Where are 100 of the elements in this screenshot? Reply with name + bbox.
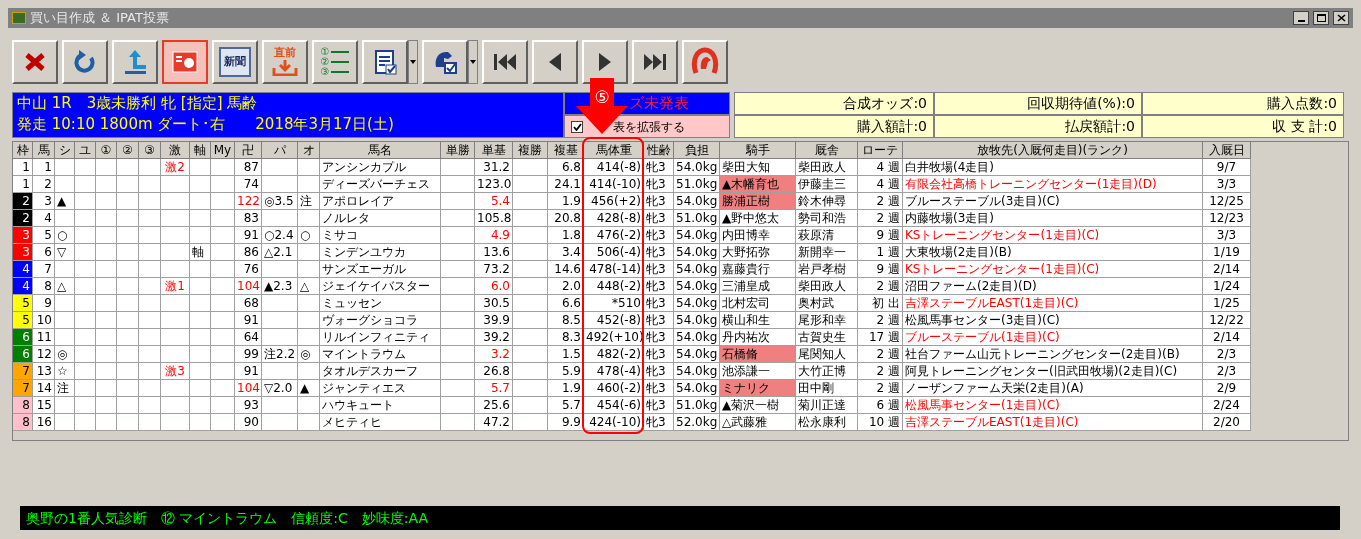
close-button[interactable] xyxy=(1333,11,1349,25)
column-header: My xyxy=(211,142,235,159)
table-cell: 51.0kg xyxy=(674,210,720,227)
table-cell: 軸 xyxy=(190,244,211,261)
table-cell: 5 xyxy=(33,227,55,244)
empty-cell xyxy=(190,193,211,210)
empty-cell xyxy=(139,312,161,329)
empty-cell xyxy=(513,193,548,210)
empty-cell xyxy=(96,414,117,431)
empty-cell xyxy=(117,346,139,363)
maximize-button[interactable] xyxy=(1313,11,1329,25)
empty-cell xyxy=(96,193,117,210)
empty-cell xyxy=(139,244,161,261)
table-cell: 87 xyxy=(235,159,262,176)
table-cell: 13 xyxy=(33,363,55,380)
expand-checkbox[interactable] xyxy=(571,120,583,133)
table-cell: 2 週 xyxy=(858,193,903,210)
empty-cell xyxy=(441,261,475,278)
table-cell: 沼田ファーム(2走目)(D) xyxy=(903,278,1203,295)
table-cell: 10 週 xyxy=(858,414,903,431)
empty-cell xyxy=(117,380,139,397)
empty-cell xyxy=(55,176,75,193)
minimize-button[interactable] xyxy=(1293,11,1309,25)
dropdown-button[interactable] xyxy=(408,40,418,84)
table-cell: 3 xyxy=(33,193,55,210)
table-cell: サンズエーガル xyxy=(320,261,441,278)
caret-icon xyxy=(410,60,416,64)
table-cell: 86 xyxy=(235,244,262,261)
empty-cell xyxy=(513,227,548,244)
empty-cell xyxy=(139,346,161,363)
table-cell: 鈴木伸尋 xyxy=(796,193,858,210)
table-cell: 石橋脩 xyxy=(720,346,796,363)
table-cell: 9/7 xyxy=(1203,159,1251,176)
empty-cell xyxy=(211,329,235,346)
empty-cell xyxy=(117,176,139,193)
table-cell: 54.0kg xyxy=(674,159,720,176)
empty-cell xyxy=(298,295,320,312)
table-cell: 104 xyxy=(235,278,262,295)
toolbar-button[interactable]: 直前 xyxy=(262,40,308,84)
table-cell: 3.4 xyxy=(548,244,584,261)
table-cell: 大東牧場(2走目)(B) xyxy=(903,244,1203,261)
empty-cell xyxy=(262,210,298,227)
table-cell: 3.2 xyxy=(475,346,513,363)
expand-label: 表を拡張する xyxy=(613,118,685,136)
frame-number: 7 xyxy=(13,380,33,397)
empty-cell xyxy=(262,397,298,414)
table-cell: ◎ xyxy=(298,346,320,363)
table-cell: 1 xyxy=(33,159,55,176)
table-cell: 大竹正博 xyxy=(796,363,858,380)
empty-cell xyxy=(190,380,211,397)
table-cell: 激2 xyxy=(161,159,190,176)
empty-cell xyxy=(161,176,190,193)
empty-cell xyxy=(75,397,96,414)
newspaper-icon: 新聞 xyxy=(219,47,251,77)
empty-cell xyxy=(298,397,320,414)
table-cell: 2/14 xyxy=(1203,261,1251,278)
empty-cell xyxy=(139,210,161,227)
table-cell: 牝3 xyxy=(644,193,674,210)
table-cell: ブルーステーブル(3走目)(C) xyxy=(903,193,1203,210)
table-cell: 牝3 xyxy=(644,227,674,244)
empty-cell xyxy=(298,244,320,261)
table-cell: 73.2 xyxy=(475,261,513,278)
empty-cell xyxy=(190,397,211,414)
empty-cell xyxy=(75,176,96,193)
table-cell: ○ xyxy=(55,227,75,244)
toolbar-button[interactable]: ① ② ③ xyxy=(312,40,358,84)
table-cell: ジャンティエス xyxy=(320,380,441,397)
empty-cell xyxy=(441,397,475,414)
empty-cell xyxy=(513,261,548,278)
table-cell: △ xyxy=(298,278,320,295)
toolbar-button[interactable]: 新聞 xyxy=(212,40,258,84)
empty-cell xyxy=(211,295,235,312)
table-cell: 11 xyxy=(33,329,55,346)
dropdown-button[interactable] xyxy=(468,40,478,84)
empty-cell xyxy=(96,397,117,414)
table-cell: 7 xyxy=(33,261,55,278)
table-cell: 2.0 xyxy=(548,278,584,295)
table-cell: 52.0kg xyxy=(674,414,720,431)
table-cell: 460(-2) xyxy=(584,380,644,397)
empty-cell xyxy=(55,414,75,431)
table-cell: 松風馬事センター(3走目)(C) xyxy=(903,312,1203,329)
table-cell: ノーザンファーム天栄(2走目)(A) xyxy=(903,380,1203,397)
table-cell: 横山和生 xyxy=(720,312,796,329)
table-cell: 5.7 xyxy=(475,380,513,397)
table-cell: 39.9 xyxy=(475,312,513,329)
empty-cell xyxy=(139,363,161,380)
empty-cell xyxy=(161,210,190,227)
empty-cell xyxy=(262,363,298,380)
column-header: 馬 xyxy=(33,142,55,159)
column-header: ローテ xyxy=(858,142,903,159)
table-cell: ▽ xyxy=(55,244,75,261)
table-cell: 柴田政人 xyxy=(796,278,858,295)
empty-cell xyxy=(117,414,139,431)
empty-cell xyxy=(96,176,117,193)
empty-cell xyxy=(211,210,235,227)
table-cell: 3/3 xyxy=(1203,176,1251,193)
empty-cell xyxy=(55,397,75,414)
table-cell: 9 週 xyxy=(858,261,903,278)
empty-cell xyxy=(96,261,117,278)
table-cell: 大野拓弥 xyxy=(720,244,796,261)
